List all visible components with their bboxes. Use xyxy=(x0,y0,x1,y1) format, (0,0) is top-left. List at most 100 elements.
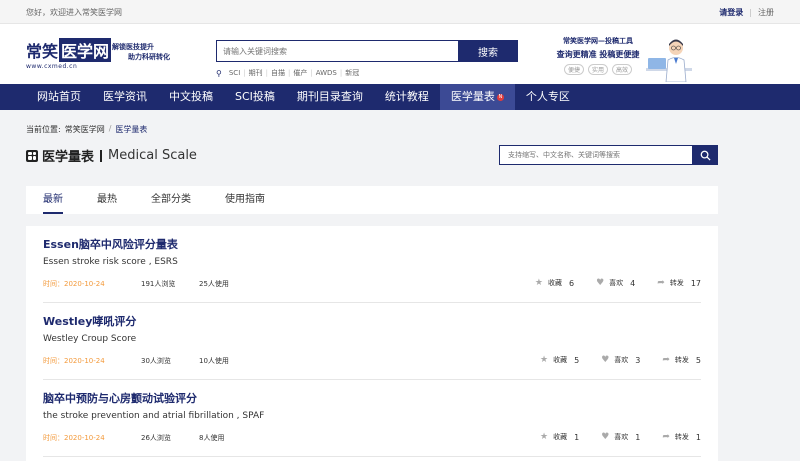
item-date: 时间：2020-10-24 xyxy=(43,280,105,288)
breadcrumb: 当前位置: 常笑医学网 / 医学量表 xyxy=(26,124,147,135)
star-icon: ★ xyxy=(540,432,549,442)
tab-latest[interactable]: 最新 xyxy=(43,186,63,214)
heart-icon: ♥ xyxy=(596,278,605,288)
site-search: 搜索 ⚲ SCI| 期刊| 自描| 催产| AWDS| 新冠 xyxy=(216,40,518,78)
quick-link[interactable]: SCI xyxy=(226,69,243,77)
item-title[interactable]: Westley哮吼评分 xyxy=(43,313,136,329)
breadcrumb-current: 医学量表 xyxy=(115,125,148,134)
search-icon: ⚲ xyxy=(216,68,222,78)
scale-search-button[interactable] xyxy=(692,145,718,165)
star-icon: ★ xyxy=(534,278,543,288)
share-button[interactable]: ➦ 转发 1 xyxy=(662,432,701,442)
quick-link[interactable]: 新冠 xyxy=(342,68,362,78)
item-english-name: the stroke prevention and atrial fibrill… xyxy=(43,411,265,421)
quick-link[interactable]: 催产 xyxy=(290,68,310,78)
item-title[interactable]: 脑卒中预防与心房颤动试验评分 xyxy=(43,390,197,406)
share-icon: ➦ xyxy=(662,432,670,442)
welcome-text: 您好，欢迎进入常笑医学网 xyxy=(26,7,122,17)
collect-button[interactable]: ★ 收藏 1 xyxy=(540,432,579,442)
quick-link[interactable]: 自描 xyxy=(268,68,288,78)
like-count: 1 xyxy=(635,432,641,442)
share-count: 5 xyxy=(695,355,701,365)
page-heading: 医学量表 Medical Scale xyxy=(26,146,197,165)
list-tabs: 最新 最热 全部分类 使用指南 xyxy=(26,186,718,214)
site-search-input[interactable] xyxy=(216,40,458,62)
nav-item-chinese-submission[interactable]: 中文投稿 xyxy=(158,84,224,110)
item-views: 26人浏览 xyxy=(141,434,171,442)
logo-name-part2: 医学网 xyxy=(59,38,112,62)
slogan: 解锁医技提升 助力科研转化 xyxy=(112,42,170,62)
tab-all-categories[interactable]: 全部分类 xyxy=(151,186,191,214)
share-count: 17 xyxy=(690,278,701,288)
doctor-illustration-icon xyxy=(646,39,692,82)
nav-item-home[interactable]: 网站首页 xyxy=(26,84,92,110)
share-count: 1 xyxy=(695,432,701,442)
item-title[interactable]: Essen脑卒中风险评分量表 xyxy=(43,236,178,252)
item-uses: 8人使用 xyxy=(199,434,225,442)
like-count: 3 xyxy=(635,355,641,365)
slogan-line2: 助力科研转化 xyxy=(128,53,170,61)
submission-tool-promo[interactable]: 常笑医学网—投稿工具 查询更精准 投稿更便捷 便捷 实用 高效 xyxy=(552,36,644,75)
breadcrumb-separator: / xyxy=(108,124,112,133)
tab-guide[interactable]: 使用指南 xyxy=(225,186,265,214)
promo-tag: 实用 xyxy=(587,64,608,75)
share-button[interactable]: ➦ 转发 17 xyxy=(657,278,701,288)
list-item[interactable]: Westley哮吼评分 Westley Croup Score 时间：2020-… xyxy=(43,303,701,380)
top-bar: 您好，欢迎进入常笑医学网 请登录 | 注册 xyxy=(0,0,800,24)
share-icon: ➦ xyxy=(657,278,665,288)
grid-icon xyxy=(26,149,38,162)
nav-item-sci-submission[interactable]: SCI投稿 xyxy=(224,84,286,110)
promo-tag: 便捷 xyxy=(563,64,584,75)
nav-item-news[interactable]: 医学资讯 xyxy=(92,84,158,110)
collect-count: 6 xyxy=(569,278,575,288)
title-divider xyxy=(100,149,103,162)
share-icon: ➦ xyxy=(662,355,670,365)
quick-link[interactable]: 期刊 xyxy=(246,68,266,78)
scale-search xyxy=(499,145,718,165)
topbar-separator: | xyxy=(749,7,752,17)
like-button[interactable]: ♥ 喜欢 3 xyxy=(601,355,640,365)
item-english-name: Essen stroke risk score , ESRS xyxy=(43,257,178,267)
search-icon xyxy=(700,150,711,161)
like-button[interactable]: ♥ 喜欢 4 xyxy=(596,278,635,288)
like-count: 4 xyxy=(630,278,636,288)
item-english-name: Westley Croup Score xyxy=(43,334,137,344)
site-logo[interactable]: 常笑 医学网 www.cxmed.cn xyxy=(26,38,112,70)
item-views: 30人浏览 xyxy=(141,357,171,365)
heart-icon: ♥ xyxy=(601,355,610,365)
nav-item-statistics[interactable]: 统计教程 xyxy=(374,84,440,110)
main-nav: 网站首页 医学资讯 中文投稿 SCI投稿 期刊目录查询 统计教程 医学量表 N 个… xyxy=(0,84,800,110)
item-views: 191人浏览 xyxy=(141,280,176,288)
tab-hottest[interactable]: 最热 xyxy=(97,186,117,214)
promo-line1: 常笑医学网—投稿工具 xyxy=(563,37,633,45)
item-date: 时间：2020-10-24 xyxy=(43,357,105,365)
collect-button[interactable]: ★ 收藏 5 xyxy=(540,355,579,365)
nav-item-personal[interactable]: 个人专区 xyxy=(515,84,581,110)
site-search-button[interactable]: 搜索 xyxy=(458,40,518,62)
quick-link[interactable]: AWDS xyxy=(313,69,340,77)
collect-count: 1 xyxy=(574,432,580,442)
page-title: 医学量表 xyxy=(42,150,95,165)
nav-item-medical-scale[interactable]: 医学量表 N xyxy=(439,84,515,110)
list-item[interactable]: 脑卒中预防与心房颤动试验评分 the stroke prevention and… xyxy=(43,380,701,457)
collect-button[interactable]: ★ 收藏 6 xyxy=(535,278,574,288)
scale-search-input[interactable] xyxy=(499,145,692,165)
quick-links: ⚲ SCI | 期刊 | 自描 | 催产 | AWDS | 新冠 xyxy=(216,68,518,78)
breadcrumb-label: 当前位置: xyxy=(26,125,61,134)
site-header: 常笑医学网 www.cxmed.cn 解锁医技提升 助力科研转化 搜索 ⚲ SC… xyxy=(0,24,800,84)
heart-icon: ♥ xyxy=(601,432,610,442)
page-subtitle: Medical Scale xyxy=(108,148,197,163)
register-link[interactable]: 注册 xyxy=(758,7,774,18)
share-button[interactable]: ➦ 转发 5 xyxy=(662,355,701,365)
breadcrumb-home[interactable]: 常笑医学网 xyxy=(65,124,105,135)
promo-tag: 高效 xyxy=(612,64,633,75)
nav-item-label: 医学量表 xyxy=(450,90,495,103)
login-link[interactable]: 请登录 xyxy=(719,7,743,18)
item-date: 时间：2020-10-24 xyxy=(43,434,105,442)
item-uses: 10人使用 xyxy=(199,357,229,365)
logo-name-part1: 常笑 xyxy=(26,42,59,61)
item-uses: 25人使用 xyxy=(199,280,229,288)
nav-item-journal-query[interactable]: 期刊目录查询 xyxy=(286,84,374,110)
list-item[interactable]: Essen脑卒中风险评分量表 Essen stroke risk score ,… xyxy=(43,226,701,303)
like-button[interactable]: ♥ 喜欢 1 xyxy=(601,432,640,442)
